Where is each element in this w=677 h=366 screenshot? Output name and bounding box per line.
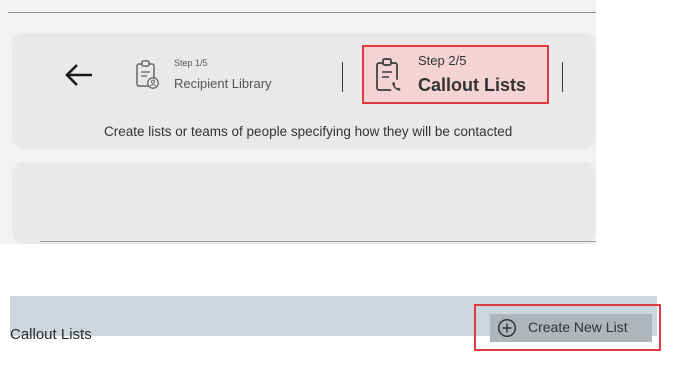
plus-circle-icon <box>497 318 517 338</box>
arrow-left-icon <box>65 64 92 86</box>
step-2-counter: Step 2/5 <box>418 53 467 68</box>
step-divider <box>562 62 563 92</box>
step-1-counter: Step 1/5 <box>174 58 208 68</box>
callout-lists-title: Callout Lists <box>10 326 92 343</box>
step-divider <box>342 62 343 92</box>
wizard-panel: Step 1/5 Recipient Library Step 2/5 Call… <box>0 0 596 244</box>
wizard-subtitle: Create lists or teams of people specifyi… <box>104 124 513 139</box>
step-1-label: Recipient Library <box>174 76 272 91</box>
create-new-list-button[interactable]: Create New List <box>474 304 661 351</box>
step-2-active[interactable]: Step 2/5 Callout Lists <box>362 45 549 104</box>
clipboard-phone-icon <box>376 58 403 93</box>
back-button[interactable] <box>62 60 96 90</box>
step-2-label: Callout Lists <box>418 75 527 95</box>
content-divider <box>40 241 596 242</box>
top-divider <box>8 12 596 13</box>
content-card <box>12 162 596 244</box>
clipboard-person-icon <box>136 60 159 89</box>
create-new-list-label: Create New List <box>528 319 628 335</box>
